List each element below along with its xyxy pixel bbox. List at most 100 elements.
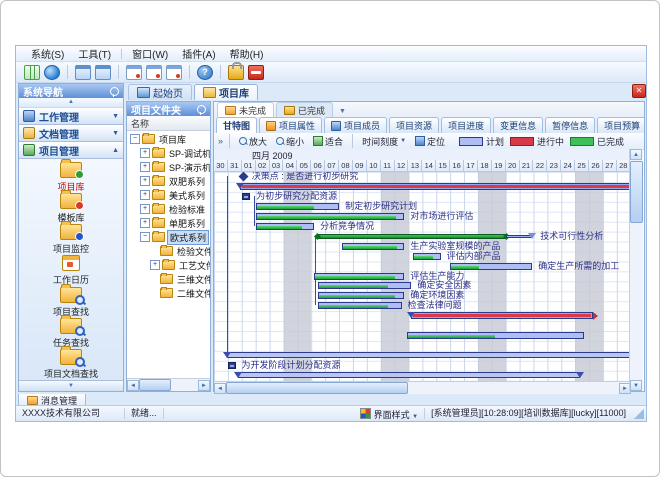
tree-node-单肥系列[interactable]: +单肥系列 [127,216,210,230]
view-tab-项目进度[interactable]: 项目进度 [441,117,491,133]
scroll-thumb[interactable] [630,161,643,223]
ui-style-dropdown[interactable]: 界面样式 ▼ [354,408,425,419]
calendar-icon[interactable] [126,65,142,80]
expander-plus-icon[interactable]: + [140,162,150,172]
menu-item[interactable]: 工具(T) [71,45,118,62]
task-bar[interactable] [450,263,532,270]
phase-bar[interactable] [227,352,632,358]
menu-item[interactable]: 插件(A) [175,45,222,62]
expander-minus-icon[interactable]: − [140,232,150,242]
summary-bar-done[interactable] [317,234,506,239]
tree-node-二维文件[interactable]: 二维文件 [127,286,210,300]
scroll-thumb[interactable] [139,379,171,391]
tab-项目库[interactable]: 项目库 [194,84,258,100]
tree-node-三维文件[interactable]: 三维文件 [127,272,210,286]
sidebar-item-模板库[interactable]: 模板库 [19,193,123,224]
tree-node-检验标准[interactable]: +检验标准 [127,202,210,216]
help-icon[interactable]: ? [197,65,213,80]
view-tab-变更信息[interactable]: 变更信息 [493,117,543,133]
sidebar-item-工作日历[interactable]: 工作日历 [19,255,123,286]
window-icon[interactable] [75,65,91,80]
tree-node-项目库[interactable]: −项目库 [127,132,210,146]
tree-node-双肥系列[interactable]: +双肥系列 [127,174,210,188]
expander-plus-icon[interactable]: + [140,218,150,228]
zoom-in-button[interactable]: 放大 [236,134,270,149]
close-tab-button[interactable]: ✕ [632,84,646,98]
allocation-bar[interactable] [242,193,250,200]
toolbar-more-chevron[interactable]: » [218,136,223,146]
expander-plus-icon[interactable]: + [140,148,150,158]
sidebar-collapse-strip[interactable]: ▲ [19,98,123,108]
task-bar[interactable] [342,243,405,250]
allocation-bar[interactable] [228,362,236,369]
lock-icon[interactable] [228,65,244,80]
calendar-icon[interactable] [166,65,182,80]
view-tab-项目资源[interactable]: 项目资源 [389,117,439,133]
task-bar[interactable] [318,302,401,309]
task-bar[interactable] [314,273,404,280]
pin-icon[interactable] [110,87,119,96]
expander-plus-icon[interactable]: + [150,260,160,270]
sidebar-item-项目监控[interactable]: 项目监控 [19,224,123,255]
scroll-down-arrow[interactable]: ▼ [630,380,642,391]
sidebar-bottom-strip[interactable]: ▼ [19,380,123,391]
view-tab-项目预算[interactable]: 项目预算 [597,117,644,133]
expander-plus-icon[interactable]: + [140,190,150,200]
status-tab-未完成[interactable]: 未完成 [217,102,274,117]
tree-node-SP-演示机系[interactable]: +SP-演示机系 [127,160,210,174]
task-bar[interactable] [256,213,405,220]
menu-item[interactable]: 系统(S) [24,45,71,62]
milestone-diamond[interactable] [238,172,248,181]
view-tab-暂停信息[interactable]: 暂停信息 [545,117,595,133]
phase-bar[interactable] [238,372,580,378]
task-bar[interactable] [407,332,584,339]
tree-node-欧式系列[interactable]: −欧式系列 [127,230,210,244]
sidebar-header[interactable]: 系统导航 [19,84,123,98]
resize-grip[interactable] [634,409,644,419]
tree-panel-header[interactable]: 项目文件夹 [127,102,210,116]
menu-item[interactable]: 窗口(W) [125,45,175,62]
tab-overflow-chevron[interactable]: ▼ [335,108,350,117]
summary-bar-active[interactable] [240,183,631,190]
locate-button[interactable]: 定位 [412,134,448,149]
expander-plus-icon[interactable]: + [140,176,150,186]
menu-item[interactable]: 帮助(H) [223,45,271,62]
pin-icon[interactable] [197,105,206,114]
tree-node-美式系列[interactable]: +美式系列 [127,188,210,202]
block-icon[interactable] [248,65,264,80]
task-bar[interactable] [413,253,441,260]
time-scale-dropdown[interactable]: 时间刻度▼ [359,134,409,149]
sidebar-section-文档管理[interactable]: 文档管理▼ [19,125,123,142]
scroll-right-arrow[interactable]: ► [198,380,210,391]
expander-minus-icon[interactable]: − [130,134,140,144]
window-icon[interactable] [95,65,111,80]
task-bar[interactable] [256,203,339,210]
task-bar[interactable] [318,282,411,289]
sidebar-item-任务查找[interactable]: 任务查找 [19,318,123,349]
gantt-horizontal-scrollbar[interactable]: ◄ ► [214,381,631,394]
summary-bar-active[interactable] [411,312,593,319]
tab-起始页[interactable]: 起始页 [128,84,192,100]
view-tab-项目属性[interactable]: 项目属性 [259,117,322,133]
fit-button[interactable]: 适合 [310,134,346,149]
sidebar-section-项目管理[interactable]: 项目管理▲ [19,142,123,159]
calendar-icon[interactable] [146,65,162,80]
modules-icon[interactable] [24,65,40,80]
tree-node-工艺文件[interactable]: +工艺文件 [127,258,210,272]
scroll-left-arrow[interactable]: ◄ [214,383,226,394]
task-bar[interactable] [318,292,404,299]
scroll-thumb[interactable] [226,382,408,394]
scroll-up-arrow[interactable]: ▲ [630,149,642,160]
task-bar[interactable] [256,223,314,230]
tree-horizontal-scrollbar[interactable]: ◄ ► [127,378,210,391]
status-tab-已完成[interactable]: 已完成 [276,102,333,117]
sidebar-item-项目文档查找[interactable]: 项目文档查找 [19,349,123,380]
sidebar-item-项目查找[interactable]: 项目查找 [19,287,123,318]
gantt-vertical-scrollbar[interactable]: ▲ ▼ [629,149,643,391]
expander-plus-icon[interactable]: + [140,204,150,214]
zoom-out-button[interactable]: 缩小 [273,134,307,149]
sidebar-section-工作管理[interactable]: 工作管理▼ [19,108,123,125]
gantt-chart-body[interactable]: 决策点 : 是否进行初步研究为初步研究分配资源制定初步研究计划对市场进行评估分析… [214,172,631,381]
sidebar-item-项目库[interactable]: 项目库 [19,162,123,193]
view-tab-甘特图[interactable]: 甘特图 [216,117,257,133]
